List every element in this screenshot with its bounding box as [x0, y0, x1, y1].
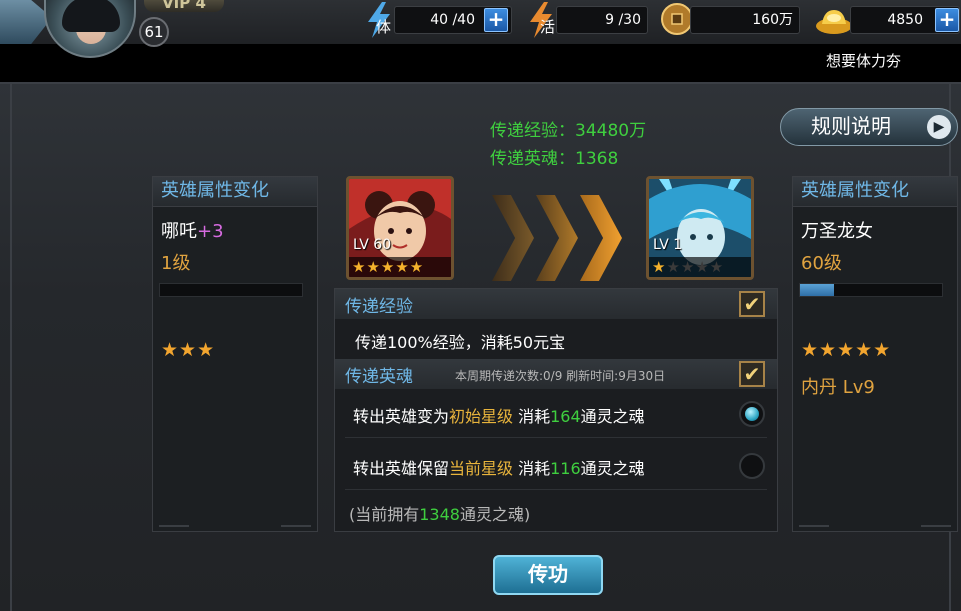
- source-stars-filled: ★★★★★: [352, 258, 425, 276]
- left-hero-exp-bar: [159, 283, 303, 297]
- right-hero-inner-core: 内丹 Lv9: [801, 377, 875, 398]
- soul-section-title: 传递英魂: [345, 367, 413, 387]
- right-hero-attribute-panel: 英雄属性变化 万圣龙女 60级 ★★★★★ 内丹 Lv9: [792, 176, 958, 532]
- transfer-button[interactable]: 传功: [493, 555, 603, 595]
- right-panel-title: 英雄属性变化: [793, 177, 957, 207]
- avatar-hair: [62, 0, 120, 32]
- soul-section-header: 传递英魂 本周期传递次数:0/9 刷新时间:9月30日 ✔: [335, 359, 777, 389]
- left-hero-attribute-panel: 英雄属性变化 哪吒+3 1级 ★★★: [152, 176, 318, 532]
- exp-transfer-checkbox[interactable]: ✔: [739, 291, 765, 317]
- option-initial-prefix: 转出英雄变为: [353, 407, 450, 426]
- add-stamina-button[interactable]: +: [484, 8, 508, 32]
- rules-button[interactable]: 规则说明 ▶: [780, 108, 958, 146]
- stamina-tip-marquee[interactable]: 想要体力夯: [826, 50, 906, 71]
- source-hero-card-stars: ★★★★★: [349, 257, 451, 277]
- soul-transfer-checkbox[interactable]: ✔: [739, 361, 765, 387]
- left-panel-title: 英雄属性变化: [153, 177, 317, 207]
- source-hero-card[interactable]: LV 60 ★★★★★: [346, 176, 454, 280]
- transfer-soul-summary: 传递英魂：1368: [490, 149, 619, 169]
- panel-corner-ornament: [799, 513, 829, 527]
- exp-section-title: 传递经验: [345, 297, 413, 317]
- option-divider: [345, 489, 767, 490]
- stamina-label: 体: [376, 18, 392, 36]
- right-hero-exp-fill: [800, 284, 835, 296]
- coins-value: 160万: [690, 6, 800, 34]
- left-hero-level: 1级: [161, 253, 191, 274]
- option-keep-star-text[interactable]: 转出英雄保留当前星级 消耗116通灵之魂: [353, 455, 645, 479]
- transfer-options-panel: 传递经验 ✔ 传递100%经验，消耗50元宝 传递英魂 本周期传递次数:0/9 …: [334, 288, 778, 532]
- option-initial-radio[interactable]: [739, 401, 765, 427]
- option-initial-highlight: 初始星级: [449, 407, 514, 426]
- coin-icon: [661, 3, 693, 35]
- panel-corner-ornament: [921, 513, 951, 527]
- target-hero-level: LV 1: [653, 237, 683, 253]
- owned-prefix: (当前拥有: [349, 505, 420, 524]
- option-initial-mid: 消耗: [513, 407, 551, 426]
- option-keep-cost: 116: [550, 459, 581, 478]
- left-hero-name: 哪吒: [161, 221, 197, 242]
- gold-ingot-icon: [816, 10, 852, 34]
- target-stars-empty: ★★★★: [666, 258, 725, 276]
- option-divider: [345, 437, 767, 438]
- player-level-badge: 61: [139, 17, 169, 47]
- target-hero-card[interactable]: LV 1 ★★★★★: [646, 176, 754, 280]
- owned-souls-line: (当前拥有1348通灵之魂): [349, 501, 530, 525]
- option-keep-radio[interactable]: [739, 453, 765, 479]
- source-hero-level: LV 60: [353, 237, 392, 253]
- exp-section-header: 传递经验 ✔: [335, 289, 777, 319]
- soul-period-info: 本周期传递次数:0/9 刷新时间:9月30日: [455, 369, 666, 383]
- option-keep-suffix: 通灵之魂: [580, 459, 645, 478]
- option-initial-suffix: 通灵之魂: [580, 407, 645, 426]
- left-hero-stars: ★★★: [161, 339, 216, 361]
- vip-badge[interactable]: VIP 4: [144, 0, 224, 12]
- right-hero-exp-bar: [799, 283, 943, 297]
- transfer-exp-summary: 传递经验：34480万: [490, 121, 647, 141]
- option-initial-star-text[interactable]: 转出英雄变为初始星级 消耗164通灵之魂: [353, 403, 645, 427]
- owned-suffix: 通灵之魂): [459, 505, 531, 524]
- option-keep-mid: 消耗: [513, 459, 551, 478]
- left-hero-bonus: +3: [197, 221, 224, 242]
- play-arrow-icon: ▶: [927, 115, 951, 139]
- target-stars-filled: ★: [652, 258, 667, 276]
- left-hero-name-line: 哪吒+3: [161, 217, 224, 243]
- exp-transfer-desc: 传递100%经验，消耗50元宝: [355, 333, 566, 352]
- right-hero-stars: ★★★★★: [801, 339, 892, 361]
- right-hero-name: 万圣龙女: [801, 221, 873, 242]
- vigor-label: 活: [540, 18, 556, 36]
- owned-amount: 1348: [419, 505, 460, 524]
- right-hero-level: 60级: [801, 253, 842, 274]
- panel-corner-ornament: [159, 513, 189, 527]
- panel-corner-ornament: [281, 513, 311, 527]
- rules-button-label: 规则说明: [811, 114, 891, 138]
- option-keep-highlight: 当前星级: [449, 459, 514, 478]
- target-hero-card-stars: ★★★★★: [649, 257, 751, 277]
- option-initial-cost: 164: [550, 407, 581, 426]
- add-ingots-button[interactable]: +: [935, 8, 959, 32]
- option-keep-prefix: 转出英雄保留: [353, 459, 450, 478]
- top-strip: [0, 44, 961, 82]
- vigor-value: 9 /30: [556, 6, 648, 34]
